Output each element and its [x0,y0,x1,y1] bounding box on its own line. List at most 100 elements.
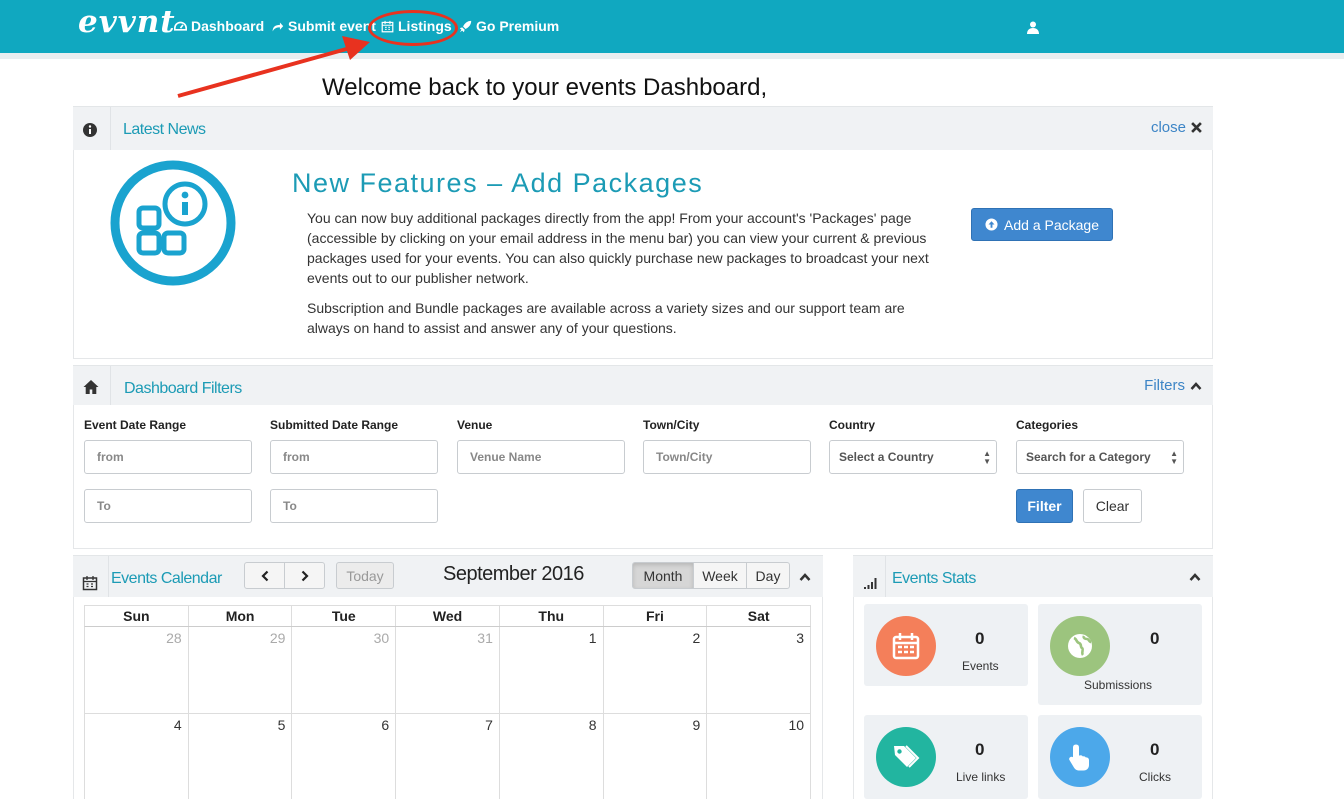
category-select[interactable]: Search for a Category ▲ ▼ [1016,440,1184,474]
calendar-today-button[interactable]: Today [336,562,394,589]
stat-clicks-circle [1050,727,1110,787]
chevron-left-icon [260,570,268,581]
header-divider [110,107,111,151]
stat-card-live-links[interactable]: 0 Live links [864,715,1028,799]
select-caret-icon: ▲ ▼ [983,449,991,466]
tags-icon [894,745,920,768]
chevron-up-icon [1190,381,1202,390]
calendar-day-cell[interactable]: 5 [189,714,293,799]
rocket-icon [459,20,472,32]
country-select[interactable]: Select a Country ▲ ▼ [829,440,997,474]
calendar-day-cell[interactable]: 10 [707,714,812,799]
filters-panel-header: Dashboard Filters Filters [73,365,1213,406]
weekday-header: Fri [604,606,708,626]
chevron-up-icon[interactable] [1189,572,1201,582]
filters-toggle-button[interactable]: Filters [1144,377,1202,394]
calendar-day-cell[interactable]: 31 [396,627,500,713]
event-date-to-input[interactable]: To [84,489,252,523]
label-town-city: Town/City [643,418,700,432]
calendar-day-cell[interactable]: 3 [707,627,812,713]
calendar-panel-title: Events Calendar [111,570,222,587]
stat-submissions-value: 0 [1150,629,1160,648]
country-select-value: Select a Country [839,450,934,464]
weekday-header: Sun [85,606,189,626]
evvnt-logo[interactable]: evvnt [78,4,176,40]
submitted-date-from-input[interactable]: from [270,440,438,474]
close-icon [1191,122,1202,133]
stat-submissions-circle [1050,616,1110,676]
category-select-value: Search for a Category [1026,450,1151,464]
calendar-day-cell[interactable]: 2 [604,627,708,713]
package-info-logo-icon [110,160,236,286]
view-day-button[interactable]: Day [746,562,790,589]
calendar-day-cell[interactable]: 6 [292,714,397,799]
nav-go-premium-label: Go Premium [476,18,560,34]
calendar-day-cell[interactable]: 30 [292,627,397,713]
calendar-weekday-row: Sun Mon Tue Wed Thu Fri Sat [84,605,811,627]
clear-button[interactable]: Clear [1083,489,1142,523]
select-caret-icon: ▲ ▼ [1170,449,1178,466]
stat-submissions-label: Submissions [1084,678,1153,692]
weekday-header: Thu [500,606,604,626]
calendar-day-cell[interactable]: 7 [396,714,500,799]
stat-live-links-circle [876,727,936,787]
weekday-header: Mon [189,606,293,626]
news-heading: New Features – Add Packages [292,168,704,198]
pointer-hand-icon [1069,744,1089,771]
stat-card-events[interactable]: 0 Events [864,604,1028,686]
calendar-grid: Sun Mon Tue Wed Thu Fri Sat 28 29 30 31 … [84,605,812,799]
stat-events-value: 0 [975,629,985,648]
calendar-week-row: 28 29 30 31 1 2 3 [84,627,812,714]
view-week-button[interactable]: Week [693,562,747,589]
arrow-circle-up-icon [985,218,998,231]
calendar-day-cell[interactable]: 29 [189,627,293,713]
news-paragraph-1: You can now buy additional packages dire… [307,210,929,286]
calendar-next-button[interactable] [284,562,325,589]
chevron-right-icon [301,570,309,581]
calendar-prev-button[interactable] [244,562,285,589]
header-divider [108,556,109,598]
calendar-day-cell[interactable]: 1 [500,627,604,713]
venue-input[interactable]: Venue Name [457,440,625,474]
stat-card-submissions[interactable]: 0 Submissions [1038,604,1202,705]
stat-live-links-label: Live links [956,770,1006,784]
stat-clicks-value: 0 [1150,740,1160,759]
globe-icon [1068,634,1092,658]
calendar-day-cell[interactable]: 28 [85,627,189,713]
filters-toggle-label: Filters [1144,377,1185,394]
news-panel-header: Latest News close [73,106,1213,151]
calendar-icon [892,633,920,660]
weekday-header: Sat [747,608,770,624]
welcome-message: Welcome back to your events Dashboard, [322,74,768,101]
nav-go-premium[interactable]: Go Premium [459,18,559,34]
label-venue: Venue [457,418,493,432]
stat-live-links-value: 0 [975,740,985,759]
label-country: Country [829,418,875,432]
town-city-input[interactable]: Town/City [643,440,811,474]
filter-button[interactable]: Filter [1016,489,1073,523]
user-icon[interactable] [1027,21,1039,34]
stat-clicks-label: Clicks [1139,770,1171,784]
stat-events-label: Events [962,659,999,673]
event-date-from-input[interactable]: from [84,440,252,474]
calendar-day-cell[interactable]: 9 [604,714,708,799]
listings-highlight-ring [368,10,458,46]
close-label: close [1150,119,1186,136]
chevron-up-icon[interactable] [799,572,811,582]
calendar-day-cell[interactable]: 4 [85,714,189,799]
news-close-button[interactable]: close [1151,119,1202,136]
calendar-month-title: September 2016 [443,563,584,585]
add-package-button[interactable]: Add a Package [971,208,1113,241]
news-paragraph-2: Subscription and Bundle packages are ava… [307,300,905,336]
label-categories: Categories [1016,418,1079,432]
submitted-date-to-input[interactable]: To [270,489,438,523]
stat-card-clicks[interactable]: 0 Clicks [1038,715,1202,799]
weekday-header: Wed [396,606,500,626]
calendar-day-cell[interactable]: 8 [500,714,604,799]
label-submitted-date-range: Submitted Date Range [270,418,399,432]
view-month-button[interactable]: Month [632,562,694,589]
calendar-icon [82,576,98,591]
header-divider [110,366,111,406]
add-package-label: Add a Package [1004,216,1099,233]
filters-panel-title: Dashboard Filters [124,380,242,397]
